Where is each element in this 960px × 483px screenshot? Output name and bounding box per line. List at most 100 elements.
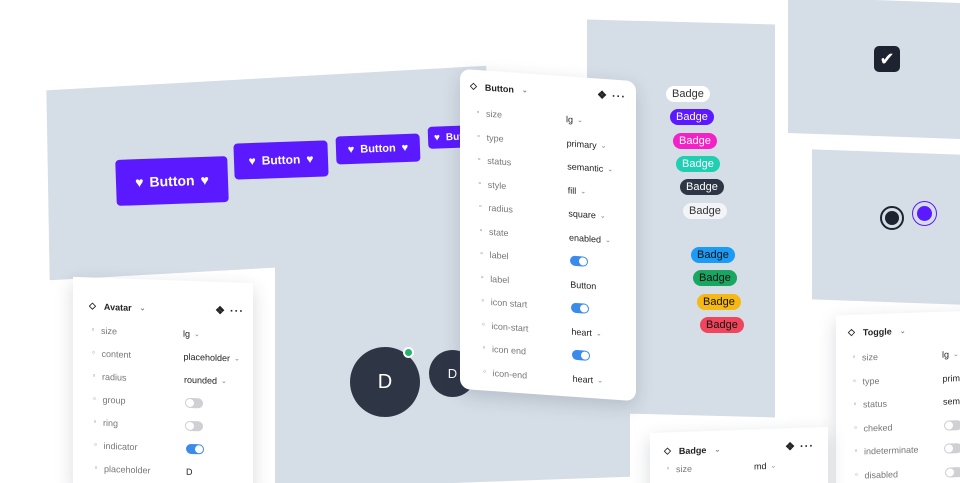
property-value[interactable]: md ⌄ bbox=[754, 461, 777, 472]
toggle-switch[interactable] bbox=[184, 397, 203, 409]
chevron-down-icon[interactable]: ⌄ bbox=[605, 235, 611, 243]
property-value[interactable]: lg ⌄ bbox=[566, 114, 583, 125]
radio-purple[interactable] bbox=[912, 201, 937, 226]
component-icon: ◇ bbox=[470, 80, 477, 92]
property-row: ▫ status seman⌄ bbox=[851, 395, 960, 410]
chevron-down-icon[interactable]: ⌄ bbox=[597, 376, 603, 384]
chevron-down-icon[interactable]: ⌄ bbox=[577, 116, 583, 124]
property-name: ▫ style bbox=[476, 178, 507, 190]
property-value[interactable]: enabled ⌄ bbox=[569, 232, 611, 245]
property-value[interactable] bbox=[570, 302, 589, 314]
chevron-down-icon[interactable]: ⌄ bbox=[601, 141, 607, 149]
chevron-down-icon[interactable]: ⌄ bbox=[194, 330, 200, 338]
property-value[interactable]: Button bbox=[570, 279, 596, 291]
property-value[interactable] bbox=[185, 443, 204, 455]
property-value-text: md bbox=[754, 461, 767, 472]
avatar-initial: D bbox=[377, 370, 393, 393]
property-icon: ▫ bbox=[482, 320, 485, 329]
property-value[interactable]: lg ⌄ bbox=[183, 329, 200, 340]
chevron-down-icon[interactable]: ⌄ bbox=[953, 350, 959, 358]
property-name: ▫ content bbox=[90, 348, 131, 360]
property-icon: ▫ bbox=[854, 424, 857, 432]
property-value[interactable] bbox=[944, 443, 960, 454]
property-icon: ▫ bbox=[480, 250, 483, 258]
property-value[interactable]: fill ⌄ bbox=[568, 185, 586, 196]
property-name: ▫ radius bbox=[90, 371, 127, 383]
property-row: ▫ icon-end heart ⌄ bbox=[481, 367, 657, 389]
property-name: ▫ ring bbox=[91, 417, 118, 429]
heart-icon: ♥ bbox=[401, 141, 409, 155]
property-value[interactable] bbox=[944, 466, 960, 478]
property-label: icon-end bbox=[492, 367, 528, 381]
property-label: icon start bbox=[490, 296, 528, 310]
toggle-switch[interactable] bbox=[944, 466, 960, 478]
chevron-down-icon[interactable]: ⌄ bbox=[580, 187, 586, 195]
chevron-down-icon[interactable]: ⌄ bbox=[596, 329, 602, 337]
property-value[interactable]: seman⌄ bbox=[943, 395, 960, 407]
chevron-down-icon[interactable]: ⌄ bbox=[714, 445, 720, 453]
chevron-down-icon[interactable]: ⌄ bbox=[771, 462, 777, 470]
property-icon: ▫ bbox=[91, 326, 95, 334]
property-value[interactable] bbox=[184, 397, 203, 409]
chevron-down-icon[interactable]: ⌄ bbox=[600, 212, 606, 220]
avatar-properties-panel: ◇ Avatar ⌄ ❖ ··· ▫ size lg ⌄ ▫ content placeho… bbox=[73, 276, 253, 483]
chevron-down-icon[interactable]: ⌄ bbox=[234, 354, 240, 362]
toggle-switch[interactable] bbox=[570, 302, 589, 314]
badge-teal: Badge bbox=[676, 156, 720, 172]
property-label: group bbox=[102, 394, 126, 406]
checkbox-checked[interactable]: ✔ bbox=[874, 46, 900, 72]
chevron-down-icon[interactable]: ⌄ bbox=[140, 304, 146, 312]
property-value[interactable]: rounded ⌄ bbox=[184, 375, 227, 386]
property-name: ▫ disabled bbox=[853, 469, 898, 481]
badge-dark: Badge bbox=[680, 179, 724, 195]
toggle-switch[interactable] bbox=[944, 443, 960, 454]
property-value[interactable] bbox=[943, 419, 960, 431]
radio-dark[interactable] bbox=[880, 206, 904, 230]
component-icon: ◇ bbox=[89, 300, 96, 311]
property-value[interactable] bbox=[572, 349, 590, 361]
property-value[interactable] bbox=[185, 420, 203, 432]
property-row: ▫ size md ⌄ bbox=[664, 458, 842, 474]
toggle-switch[interactable] bbox=[572, 349, 590, 361]
chevron-down-icon[interactable]: ⌄ bbox=[522, 86, 528, 94]
chevron-down-icon[interactable]: ⌄ bbox=[607, 165, 613, 173]
property-value[interactable]: heart ⌄ bbox=[571, 326, 601, 338]
property-label: label bbox=[490, 273, 510, 285]
button-lg[interactable]: ♥ Button ♥ bbox=[115, 156, 229, 206]
button-sm[interactable]: ♥ Button ♥ bbox=[335, 133, 421, 165]
toggle-switch[interactable] bbox=[185, 420, 203, 432]
toggle-switch[interactable] bbox=[943, 419, 960, 431]
panel-header: ◇ Toggle ⌄ bbox=[848, 323, 960, 338]
property-row: ▫ label Button bbox=[478, 273, 654, 295]
property-name: ▫ icon-start bbox=[479, 320, 528, 334]
property-name: ▫ label bbox=[478, 273, 510, 285]
toggle-switch[interactable] bbox=[569, 255, 588, 267]
heart-icon: ♥ bbox=[200, 171, 210, 188]
toggle-switch[interactable] bbox=[185, 443, 204, 455]
property-value[interactable] bbox=[569, 255, 588, 267]
property-icon: ▫ bbox=[853, 400, 857, 408]
property-value[interactable]: square ⌄ bbox=[568, 208, 605, 221]
property-row: ▫ icon start bbox=[479, 296, 655, 318]
property-value[interactable]: primary⌄ bbox=[567, 138, 607, 151]
property-icon: ▫ bbox=[93, 395, 96, 403]
property-value[interactable]: semantic ⌄ bbox=[567, 161, 613, 174]
panel-header: ◇ Button ⌄ ❖ ··· bbox=[470, 80, 626, 104]
button-md[interactable]: ♥ Button ♥ bbox=[233, 140, 329, 180]
more-icon[interactable]: ❖ ··· bbox=[785, 439, 814, 453]
chevron-down-icon[interactable]: ⌄ bbox=[221, 377, 227, 385]
property-value[interactable]: primary⌄ bbox=[943, 372, 960, 383]
property-value-text: lg bbox=[566, 114, 574, 125]
badge-yellow: Badge bbox=[697, 294, 741, 310]
property-value[interactable]: D bbox=[186, 467, 193, 477]
property-value[interactable]: placeholder ⌄ bbox=[184, 352, 240, 364]
more-icon[interactable]: ❖ ··· bbox=[215, 304, 244, 318]
property-value[interactable]: heart ⌄ bbox=[573, 373, 603, 385]
heart-icon: ♥ bbox=[306, 151, 314, 167]
property-label: style bbox=[487, 179, 507, 191]
property-value[interactable]: lg ⌄ bbox=[942, 349, 959, 359]
button-label: Button bbox=[261, 152, 301, 168]
more-icon[interactable]: ❖ ··· bbox=[597, 88, 626, 103]
chevron-down-icon[interactable]: ⌄ bbox=[900, 327, 906, 335]
heart-icon: ♥ bbox=[347, 143, 355, 157]
